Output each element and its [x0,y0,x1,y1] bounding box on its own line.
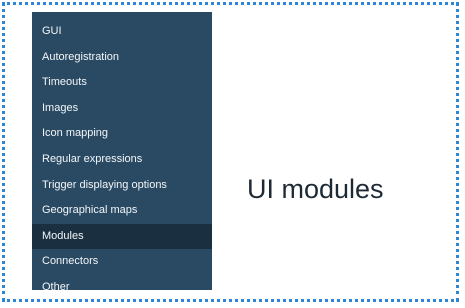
menu-item-timeouts[interactable]: Timeouts [32,70,212,96]
menu-item-images[interactable]: Images [32,96,212,122]
administration-menu: GUI Autoregistration Timeouts Images Ico… [32,12,212,293]
menu-item-connectors[interactable]: Connectors [32,249,212,275]
menu-item-autoregistration[interactable]: Autoregistration [32,45,212,71]
menu-item-regular-expressions[interactable]: Regular expressions [32,147,212,173]
menu-item-geographical-maps[interactable]: Geographical maps [32,198,212,224]
menu-item-gui[interactable]: GUI [32,19,212,45]
menu-item-modules[interactable]: Modules [32,223,212,250]
menu-item-other[interactable]: Other [32,275,212,301]
menu-list: GUI Autoregistration Timeouts Images Ico… [32,12,212,301]
menu-item-trigger-displaying-options[interactable]: Trigger displaying options [32,173,212,199]
menu-item-icon-mapping[interactable]: Icon mapping [32,121,212,147]
callout-label: UI modules [247,174,384,204]
